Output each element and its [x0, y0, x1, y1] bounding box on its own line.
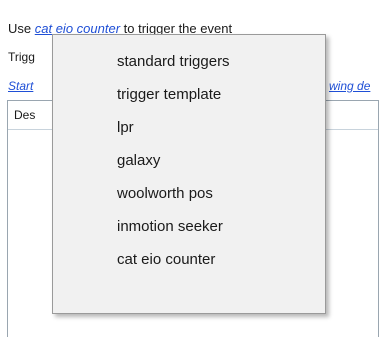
following-link[interactable]: wing de [329, 79, 370, 93]
menu-item-woolworth-pos[interactable]: woolworth pos [53, 177, 325, 210]
start-link[interactable]: Start [8, 79, 33, 93]
menu-item-lpr[interactable]: lpr [53, 111, 325, 144]
menu-item-inmotion-seeker[interactable]: inmotion seeker [53, 210, 325, 243]
menu-item-standard-triggers[interactable]: standard triggers [53, 45, 325, 78]
menu-item-trigger-template[interactable]: trigger template [53, 78, 325, 111]
menu-item-galaxy[interactable]: galaxy [53, 144, 325, 177]
list-header-label: Des [14, 108, 36, 122]
intro-prefix: Use [8, 21, 32, 36]
trigger-type-menu: standard triggers trigger template lpr g… [52, 34, 326, 314]
trigger-label: Trigg [8, 50, 35, 64]
menu-item-cat-eio-counter[interactable]: cat eio counter [53, 243, 325, 276]
